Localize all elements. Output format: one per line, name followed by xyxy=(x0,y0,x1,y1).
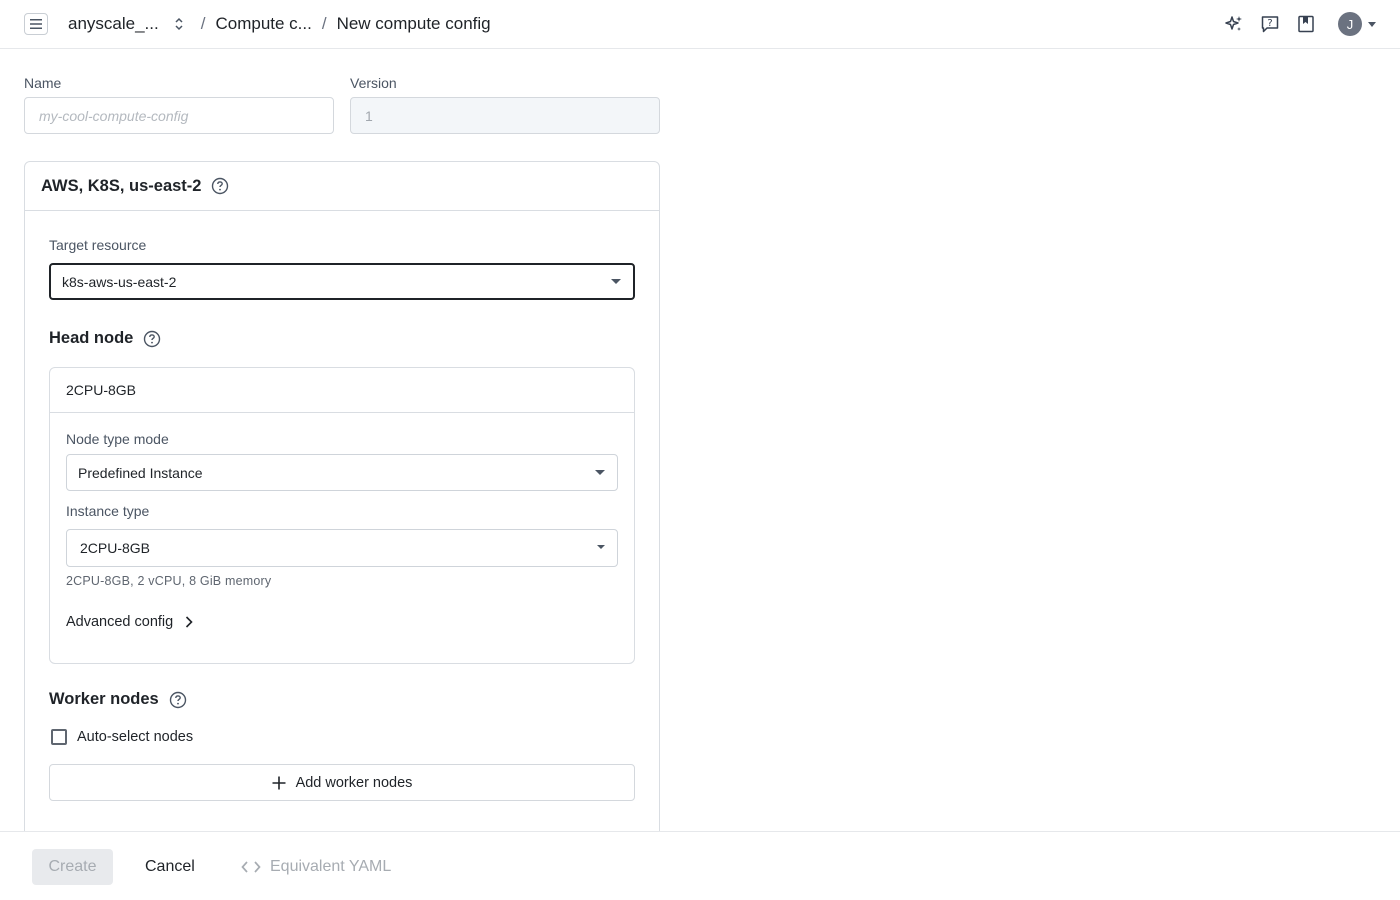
equivalent-yaml-button[interactable]: Equivalent YAML xyxy=(241,849,391,885)
bookmark-icon[interactable] xyxy=(1296,14,1316,34)
node-type-mode-value: Predefined Instance xyxy=(78,464,203,481)
chevron-down-icon xyxy=(597,545,605,549)
help-circle-icon[interactable] xyxy=(169,691,187,709)
instance-type-value: 2CPU-8GB xyxy=(80,540,151,556)
instance-type-helper: 2CPU-8GB, 2 vCPU, 8 GiB memory xyxy=(66,574,272,588)
help-chat-icon[interactable]: ? xyxy=(1260,14,1280,34)
name-input[interactable] xyxy=(24,97,334,134)
svg-text:?: ? xyxy=(1267,18,1272,29)
node-type-mode-label: Node type mode xyxy=(66,431,169,447)
target-resource-value: k8s-aws-us-east-2 xyxy=(62,273,177,290)
node-type-mode-select[interactable]: Predefined Instance xyxy=(66,454,618,491)
head-node-title: Head node xyxy=(49,329,161,348)
top-bar: anyscale_... / Compute c... / New comput… xyxy=(0,0,1400,49)
auto-select-nodes[interactable]: Auto-select nodes xyxy=(51,729,193,745)
top-actions: ? J xyxy=(1224,0,1376,48)
sparkle-icon[interactable] xyxy=(1224,14,1244,34)
breadcrumb-separator: / xyxy=(321,14,327,33)
breadcrumb: anyscale_... / Compute c... / New comput… xyxy=(68,0,491,48)
chevron-down-icon xyxy=(595,469,605,475)
footer-bar: Create Cancel Equivalent YAML xyxy=(0,831,1400,900)
unfold-icon[interactable] xyxy=(173,17,185,31)
head-node-card: 2CPU-8GB Node type mode Predefined Insta… xyxy=(49,367,635,664)
version-label: Version xyxy=(350,75,397,91)
head-node-card-title: 2CPU-8GB xyxy=(50,368,634,413)
add-worker-nodes-button[interactable]: Add worker nodes xyxy=(49,764,635,801)
instance-type-label: Instance type xyxy=(66,503,150,519)
target-resource-select[interactable]: k8s-aws-us-east-2 xyxy=(49,263,635,300)
cloud-card-header: AWS, K8S, us-east-2 xyxy=(25,162,659,211)
breadcrumb-separator: / xyxy=(200,14,206,33)
advanced-config-label: Advanced config xyxy=(66,614,174,630)
code-icon xyxy=(241,861,261,873)
target-resource-label: Target resource xyxy=(49,237,147,253)
instance-type-select[interactable]: 2CPU-8GB xyxy=(66,529,618,567)
name-label: Name xyxy=(24,75,62,91)
plus-icon xyxy=(272,776,286,789)
cloud-card-title: AWS, K8S, us-east-2 xyxy=(41,176,202,195)
head-node-label: Head node xyxy=(49,329,134,347)
advanced-config-toggle[interactable]: Advanced config xyxy=(66,614,193,630)
cancel-button[interactable]: Cancel xyxy=(132,849,208,885)
page-title: New compute config xyxy=(336,14,491,33)
auto-select-label: Auto-select nodes xyxy=(77,729,194,745)
chevron-right-icon xyxy=(186,616,193,628)
worker-nodes-title: Worker nodes xyxy=(49,690,187,709)
create-button[interactable]: Create xyxy=(32,849,113,885)
equivalent-yaml-label: Equivalent YAML xyxy=(270,858,392,875)
add-worker-nodes-label: Add worker nodes xyxy=(295,774,413,791)
cloud-config-card: AWS, K8S, us-east-2 Target resource k8s-… xyxy=(24,161,660,861)
avatar: J xyxy=(1338,12,1362,36)
chevron-down-icon xyxy=(1368,21,1376,27)
version-input: 1 xyxy=(350,97,660,134)
user-menu[interactable]: J xyxy=(1338,12,1376,36)
chevron-down-icon xyxy=(611,278,621,284)
breadcrumb-compute-configs[interactable]: Compute c... xyxy=(215,14,311,34)
worker-nodes-label: Worker nodes xyxy=(49,690,159,708)
help-circle-icon[interactable] xyxy=(211,177,229,195)
menu-button[interactable] xyxy=(24,13,48,35)
menu-icon xyxy=(30,19,42,29)
org-name[interactable]: anyscale_... xyxy=(68,14,159,34)
help-circle-icon[interactable] xyxy=(143,330,161,348)
auto-select-checkbox[interactable] xyxy=(51,729,67,745)
